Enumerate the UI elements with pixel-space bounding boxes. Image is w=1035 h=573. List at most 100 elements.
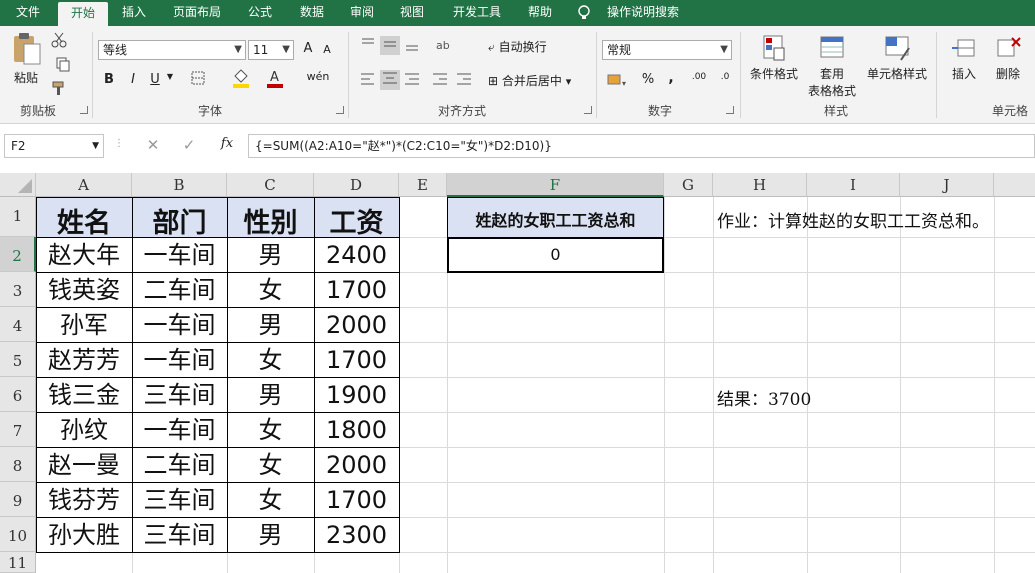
tell-me-search[interactable]: 操作说明搜索 [600, 0, 686, 26]
alignment-launcher-icon[interactable] [584, 106, 592, 114]
table-cell[interactable]: 1700 [314, 344, 399, 376]
column-header-c[interactable]: C [227, 173, 314, 197]
table-cell[interactable]: 一车间 [132, 344, 227, 376]
result-note[interactable]: 结果：3700 [717, 385, 917, 409]
row-header[interactable]: 5 [0, 342, 36, 377]
shrink-font-button[interactable]: A [320, 43, 334, 56]
result-header-cell[interactable]: 姓赵的女职工工资总和 [447, 207, 664, 231]
bold-button[interactable]: B [102, 72, 116, 87]
table-cell[interactable]: 1700 [314, 484, 399, 516]
currency-format-icon[interactable]: ▾ [604, 72, 630, 91]
chevron-down-icon[interactable]: ▼ [164, 72, 176, 81]
table-cell[interactable]: 男 [227, 519, 314, 551]
phonetic-guide-icon[interactable]: wén [306, 70, 330, 83]
table-cell[interactable]: 赵一曼 [36, 449, 132, 481]
table-cell[interactable]: 男 [227, 379, 314, 411]
increase-indent-icon[interactable] [454, 72, 474, 89]
table-cell[interactable]: 1800 [314, 414, 399, 446]
row-header[interactable]: 6 [0, 377, 36, 412]
column-header-h[interactable]: H [713, 173, 807, 197]
row-header[interactable]: 1 [0, 197, 36, 237]
align-bottom-icon[interactable] [402, 36, 422, 55]
table-cell[interactable]: 女 [227, 449, 314, 481]
table-cell[interactable]: 2400 [314, 239, 399, 271]
table-cell[interactable]: 1700 [314, 274, 399, 306]
tab-formulas[interactable]: 公式 [238, 0, 282, 26]
font-size-select[interactable]: 11 ▼ [248, 40, 294, 60]
decrease-decimal-button[interactable]: .0 [714, 72, 736, 82]
column-header-e[interactable]: E [399, 173, 447, 197]
table-header-cell[interactable]: 姓名 [36, 201, 132, 237]
table-header-cell[interactable]: 性别 [227, 201, 314, 237]
copy-icon[interactable] [50, 56, 76, 74]
orientation-icon[interactable]: ab [430, 36, 460, 55]
tab-file[interactable]: 文件 [6, 0, 50, 26]
increase-decimal-button[interactable]: .00 [688, 72, 710, 82]
confirm-edit-icon[interactable]: ✓ [180, 136, 198, 154]
tab-help[interactable]: 帮助 [518, 0, 562, 26]
name-box[interactable]: F2 ▼ [4, 134, 104, 158]
table-header-cell[interactable]: 工资 [314, 201, 399, 237]
formula-input[interactable]: {=SUM((A2:A10="赵*")*(C2:C10="女")*D2:D10)… [248, 134, 1035, 158]
comma-style-button[interactable]: , [664, 70, 678, 86]
table-cell[interactable]: 赵芳芳 [36, 344, 132, 376]
merge-center-button[interactable]: ⊞ 合并后居中 ▾ [488, 72, 588, 89]
table-cell[interactable]: 男 [227, 309, 314, 341]
tab-view[interactable]: 视图 [390, 0, 434, 26]
tab-home[interactable]: 开始 [58, 2, 108, 26]
conditional-format-button[interactable]: 条件格式 [746, 34, 802, 82]
table-cell[interactable]: 2000 [314, 309, 399, 341]
table-header-cell[interactable]: 部门 [132, 201, 227, 237]
cell-styles-button[interactable]: 单元格样式 [862, 34, 932, 82]
insert-function-button[interactable]: fx [214, 136, 240, 151]
table-cell[interactable]: 2000 [314, 449, 399, 481]
column-header-b[interactable]: B [132, 173, 227, 197]
table-cell[interactable]: 一车间 [132, 309, 227, 341]
table-cell[interactable]: 三车间 [132, 484, 227, 516]
tab-page-layout[interactable]: 页面布局 [164, 0, 230, 26]
result-value-cell[interactable]: 0 [447, 245, 664, 267]
tab-data[interactable]: 数据 [290, 0, 334, 26]
row-header[interactable]: 10 [0, 517, 36, 552]
font-color-icon[interactable]: A [264, 68, 286, 91]
grow-font-button[interactable]: A [300, 41, 316, 56]
table-cell[interactable]: 二车间 [132, 449, 227, 481]
row-header[interactable]: 4 [0, 307, 36, 342]
table-cell[interactable]: 一车间 [132, 414, 227, 446]
tab-insert[interactable]: 插入 [112, 0, 156, 26]
cut-icon[interactable] [50, 32, 68, 50]
wrap-text-button[interactable]: ⤶ 自动换行 [488, 38, 568, 55]
column-header-i[interactable]: I [807, 173, 900, 197]
row-header[interactable]: 9 [0, 482, 36, 517]
font-family-select[interactable]: 等线 ▼ [98, 40, 246, 60]
table-cell[interactable]: 孙大胜 [36, 519, 132, 551]
column-header-d[interactable]: D [314, 173, 399, 197]
tab-developer[interactable]: 开发工具 [444, 0, 510, 26]
paste-button[interactable]: 粘贴 [8, 32, 44, 92]
table-cell[interactable]: 女 [227, 484, 314, 516]
row-header[interactable]: 2 [0, 237, 36, 272]
table-cell[interactable]: 女 [227, 274, 314, 306]
delete-cells-button[interactable]: 删除 [988, 34, 1028, 82]
tab-review[interactable]: 审阅 [340, 0, 384, 26]
task-note[interactable]: 作业：计算姓赵的女职工工资总和。 [717, 207, 1035, 231]
row-header[interactable]: 3 [0, 272, 36, 307]
column-header-k[interactable] [994, 173, 1035, 197]
column-header-g[interactable]: G [664, 173, 713, 197]
row-header[interactable]: 11 [0, 552, 36, 573]
align-left-icon[interactable] [358, 72, 378, 89]
column-header-f[interactable]: F [447, 173, 664, 197]
table-cell[interactable]: 男 [227, 239, 314, 271]
table-cell[interactable]: 二车间 [132, 274, 227, 306]
align-middle-icon[interactable] [380, 36, 400, 55]
select-all-corner[interactable] [0, 173, 36, 197]
table-cell[interactable]: 钱英姿 [36, 274, 132, 306]
decrease-indent-icon[interactable] [430, 72, 450, 89]
table-cell[interactable]: 女 [227, 414, 314, 446]
borders-icon[interactable] [188, 70, 208, 89]
table-cell[interactable]: 女 [227, 344, 314, 376]
format-as-table-button[interactable]: 套用 表格格式 [800, 34, 864, 99]
table-cell[interactable]: 2300 [314, 519, 399, 551]
column-header-j[interactable]: J [900, 173, 994, 197]
align-center-icon[interactable] [380, 70, 400, 90]
